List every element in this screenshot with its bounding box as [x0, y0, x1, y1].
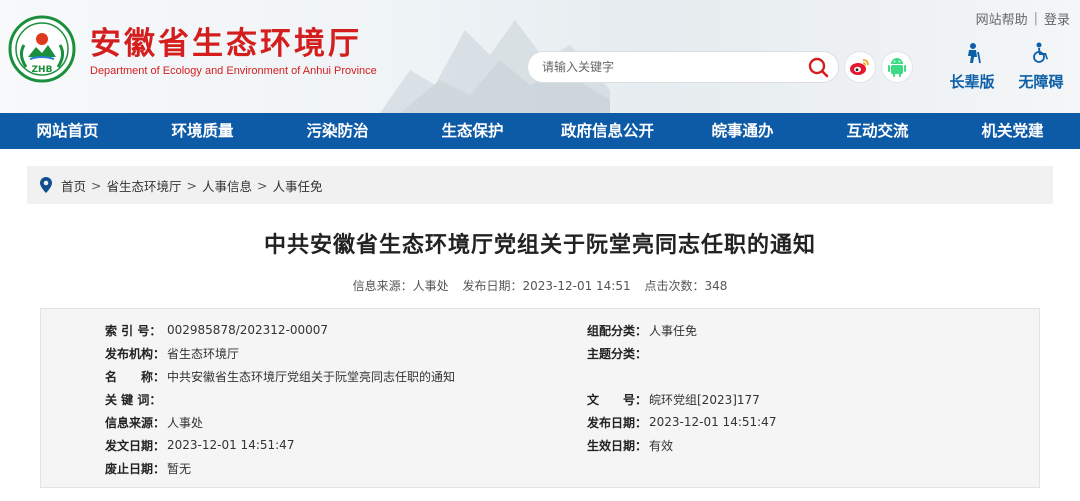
nav-item-gov-info[interactable]: 政府信息公开 — [540, 113, 675, 149]
search-input[interactable] — [528, 53, 798, 81]
nav-item-interaction[interactable]: 互动交流 — [810, 113, 945, 149]
info-index-no: 索 引 号： 002985878/202312-00007 — [105, 323, 329, 338]
elder-mode-button[interactable]: 长辈版 — [942, 42, 1002, 92]
elder-mode-label: 长辈版 — [949, 73, 995, 91]
logo-text: ZHB — [32, 65, 53, 75]
nav-item-services[interactable]: 皖事通办 — [675, 113, 810, 149]
main-nav: 网站首页 环境质量 污染防治 生态保护 政府信息公开 皖事通办 互动交流 机关党… — [0, 113, 1080, 149]
search-icon[interactable] — [806, 55, 830, 79]
elder-icon — [968, 43, 981, 64]
wheelchair-icon — [1033, 42, 1048, 63]
site-subtitle: Department of Ecology and Environment of… — [90, 65, 377, 77]
info-org-category: 组配分类： 人事任免 — [587, 323, 698, 338]
info-doc-no: 文 号： 皖环党组[2023]177 — [587, 392, 760, 407]
nav-item-pollution[interactable]: 污染防治 — [270, 113, 405, 149]
info-expire-date: 废止日期： 暂无 — [105, 461, 192, 476]
breadcrumb-department[interactable]: 省生态环境厅 — [107, 176, 182, 195]
meta-date: 发布日期：2023-12-01 14:51 — [462, 279, 631, 293]
document-info-table: 索 引 号： 002985878/202312-00007 组配分类： 人事任免 发… — [40, 308, 1040, 488]
info-name: 名 称： 中共安徽省生态环境厅党组关于阮堂亮同志任职的通知 — [105, 369, 456, 384]
article-meta: 信息来源：人事处 发布日期：2023-12-01 14:51 点击次数：348 — [0, 277, 1080, 294]
meta-source: 信息来源：人事处 — [352, 279, 449, 293]
nav-item-env-quality[interactable]: 环境质量 — [135, 113, 270, 149]
top-links: 网站帮助 | 登录 — [976, 9, 1070, 28]
weibo-button[interactable] — [845, 52, 875, 82]
meta-views: 点击次数：348 — [644, 279, 728, 293]
login-link[interactable]: 登录 — [1044, 9, 1070, 28]
location-pin-icon — [40, 177, 52, 193]
info-publish-date: 发布日期： 2023-12-01 14:51:47 — [587, 415, 777, 430]
help-link[interactable]: 网站帮助 — [976, 9, 1028, 28]
divider: | — [1033, 11, 1038, 26]
info-publisher: 发布机构： 省生态环境厅 — [105, 346, 240, 361]
site-title[interactable]: 安徽省生态环境厅 — [90, 18, 362, 63]
android-icon — [888, 58, 906, 77]
android-button[interactable] — [882, 52, 912, 82]
accessible-mode-label: 无障碍 — [1018, 73, 1064, 91]
nav-item-eco-protection[interactable]: 生态保护 — [405, 113, 540, 149]
search-box — [528, 52, 838, 82]
article-title: 中共安徽省生态环境厅党组关于阮堂亮同志任职的通知 — [263, 233, 816, 258]
weibo-icon — [850, 59, 869, 75]
site-header: ZHB 安徽省生态环境厅 Department of Ecology and E… — [0, 0, 1080, 113]
breadcrumb-appointments[interactable]: 人事任免 — [273, 176, 323, 195]
site-logo[interactable]: ZHB — [8, 15, 76, 83]
breadcrumb-separator: > — [91, 177, 102, 193]
breadcrumb-separator: > — [186, 177, 197, 193]
breadcrumb-separator: > — [257, 177, 268, 193]
breadcrumb: 首页 > 省生态环境厅 > 人事信息 > 人事任免 — [27, 166, 1053, 204]
info-effective-date: 生效日期： 有效 — [587, 438, 674, 453]
info-topic: 主题分类： — [587, 346, 648, 361]
nav-item-home[interactable]: 网站首页 — [0, 113, 135, 149]
info-issue-date: 发文日期： 2023-12-01 14:51:47 — [105, 438, 295, 453]
accessible-mode-button[interactable]: 无障碍 — [1011, 42, 1071, 92]
breadcrumb-personnel[interactable]: 人事信息 — [202, 176, 252, 195]
info-keywords: 关 键 词： — [105, 392, 162, 407]
breadcrumb-home[interactable]: 首页 — [61, 176, 86, 195]
nav-item-party[interactable]: 机关党建 — [945, 113, 1080, 149]
info-source: 信息来源： 人事处 — [105, 415, 204, 430]
